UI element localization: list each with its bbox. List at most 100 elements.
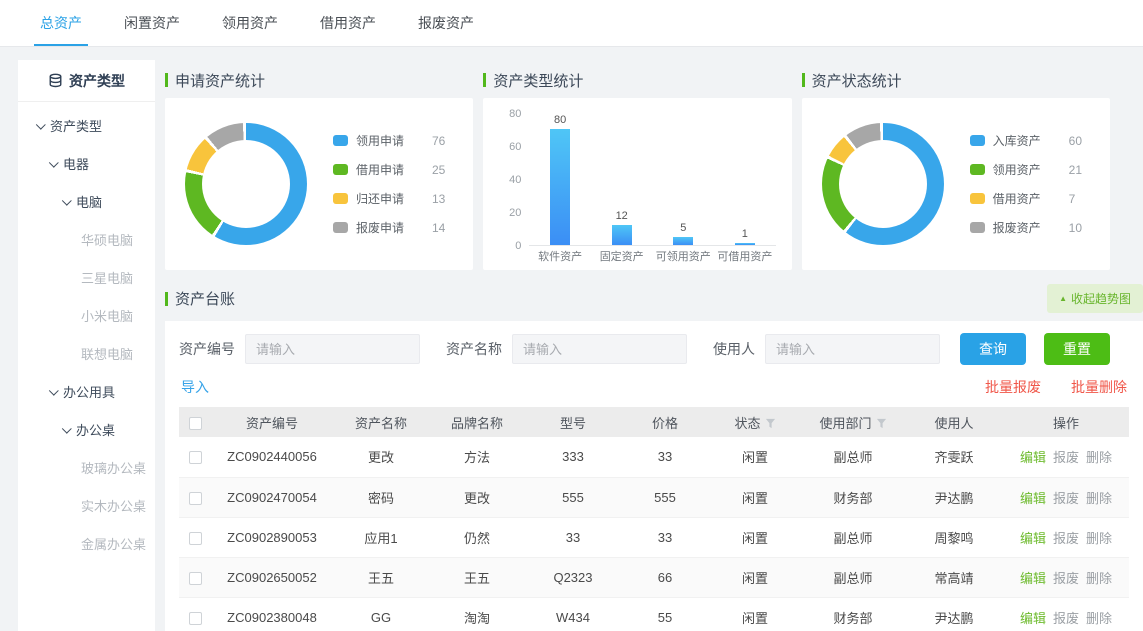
legend-swatch — [970, 222, 985, 233]
row-select-cell — [179, 517, 211, 557]
tab-borrowed-assets[interactable]: 借用资产 — [304, 0, 392, 46]
table-cell: ZC0902890053 — [211, 517, 333, 557]
bar-value-label: 1 — [742, 228, 748, 240]
scrap-action[interactable]: 报废 — [1053, 450, 1079, 465]
y-axis-tick-label: 40 — [491, 174, 521, 186]
table-cell: 555 — [621, 477, 709, 517]
table-cell: 淘淘 — [429, 597, 525, 631]
bar-category-label: 固定资产 — [600, 248, 644, 264]
tree-item-glass-desk[interactable]: 玻璃办公桌 — [18, 448, 155, 486]
row-select-cell — [179, 477, 211, 517]
table-cell: W434 — [525, 597, 621, 631]
legend-label: 入库资产 — [993, 132, 1055, 149]
bar-column: 12固定资产 — [591, 114, 653, 245]
asset-code-input[interactable] — [245, 334, 420, 364]
collapse-trend-button[interactable]: ▲ 收起趋势图 — [1047, 284, 1143, 313]
table-cell: 33 — [525, 517, 621, 557]
tree-item-label: 电器 — [63, 154, 89, 173]
tree-item-label: 资产类型 — [50, 116, 102, 135]
tree-item-electronics[interactable]: 电器 — [18, 144, 155, 182]
filter-funnel-icon[interactable] — [876, 418, 887, 429]
edit-action[interactable]: 编辑 — [1020, 611, 1046, 626]
scrap-action[interactable]: 报废 — [1053, 571, 1079, 586]
tree-item-label: 金属办公桌 — [81, 534, 146, 553]
user-input[interactable] — [765, 334, 940, 364]
column-header-label: 型号 — [560, 416, 586, 431]
tab-total-assets[interactable]: 总资产 — [24, 0, 98, 46]
column-header: 操作 — [1003, 407, 1129, 437]
batch-delete-link[interactable]: 批量删除 — [1071, 377, 1127, 397]
legend-item: 借用资产7 — [970, 190, 1082, 207]
section-marker — [483, 73, 486, 87]
row-checkbox[interactable] — [189, 532, 202, 545]
edit-action[interactable]: 编辑 — [1020, 491, 1046, 506]
table-cell: 王五 — [429, 557, 525, 597]
sidebar-header: 资产类型 — [18, 60, 155, 102]
delete-action[interactable]: 删除 — [1086, 450, 1112, 465]
edit-action[interactable]: 编辑 — [1020, 571, 1046, 586]
filter-funnel-icon[interactable] — [765, 418, 776, 429]
tree-item-xiaomi-computer[interactable]: 小米电脑 — [18, 296, 155, 334]
table-row: ZC0902650052王五王五Q232366闲置副总师常高靖编辑报废删除 — [179, 557, 1129, 597]
column-header-label: 价格 — [652, 416, 678, 431]
table-cell: 财务部 — [801, 477, 905, 517]
scrap-action[interactable]: 报废 — [1053, 531, 1079, 546]
table-cell: ZC0902470054 — [211, 477, 333, 517]
delete-action[interactable]: 删除 — [1086, 531, 1112, 546]
status-stats-title: 资产状态统计 — [812, 70, 902, 91]
column-header-label: 资产名称 — [355, 416, 407, 431]
tree-item-samsung-computer[interactable]: 三星电脑 — [18, 258, 155, 296]
tab-requisition-assets[interactable]: 领用资产 — [206, 0, 294, 46]
tab-idle-assets[interactable]: 闲置资产 — [108, 0, 196, 46]
type-stats-title-row: 资产类型统计 — [483, 70, 791, 90]
tree-item-computer[interactable]: 电脑 — [18, 182, 155, 220]
delete-action[interactable]: 删除 — [1086, 491, 1112, 506]
legend-value: 14 — [432, 221, 445, 235]
row-checkbox[interactable] — [189, 572, 202, 585]
scrap-action[interactable]: 报废 — [1053, 491, 1079, 506]
column-header: 品牌名称 — [429, 407, 525, 437]
tree-item-office-desk[interactable]: 办公桌 — [18, 410, 155, 448]
scrap-action[interactable]: 报废 — [1053, 611, 1079, 626]
tree-item-asset-type-root[interactable]: 资产类型 — [18, 106, 155, 144]
edit-action[interactable]: 编辑 — [1020, 531, 1046, 546]
sidebar: 资产类型 资产类型电器电脑华硕电脑三星电脑小米电脑联想电脑办公用具办公桌玻璃办公… — [18, 60, 155, 631]
delete-action[interactable]: 删除 — [1086, 571, 1112, 586]
bar-value-label: 12 — [616, 210, 628, 222]
row-checkbox[interactable] — [189, 451, 202, 464]
select-all-header-cell — [179, 407, 211, 437]
row-checkbox[interactable] — [189, 492, 202, 505]
legend-swatch — [333, 135, 348, 146]
row-checkbox[interactable] — [189, 612, 202, 625]
tree-item-wood-desk[interactable]: 实木办公桌 — [18, 486, 155, 524]
legend-value: 7 — [1069, 192, 1076, 206]
table-cell: 闲置 — [709, 517, 801, 557]
tree-item-office-supplies[interactable]: 办公用具 — [18, 372, 155, 410]
tree-item-lenovo-computer[interactable]: 联想电脑 — [18, 334, 155, 372]
select-all-checkbox[interactable] — [189, 417, 202, 430]
reset-button[interactable]: 重置 — [1044, 333, 1110, 365]
type-stats-panel: 资产类型统计 020406080 80软件资产12固定资产5可领用资产1可借用资… — [483, 60, 791, 270]
tree-item-metal-desk[interactable]: 金属办公桌 — [18, 524, 155, 562]
tree-item-asus-computer[interactable]: 华硕电脑 — [18, 220, 155, 258]
bar-value-label: 5 — [680, 222, 686, 234]
status-stats-panel: 资产状态统计 入库资产60领用资产21借用资产7报废资产10 — [802, 60, 1110, 270]
delete-action[interactable]: 删除 — [1086, 611, 1112, 626]
table-row: ZC0902440056更改方法33333闲置副总师齐雯跃编辑报废删除 — [179, 437, 1129, 477]
tab-scrapped-assets[interactable]: 报废资产 — [402, 0, 490, 46]
row-select-cell — [179, 597, 211, 631]
chevron-down-icon — [49, 157, 59, 167]
table-cell: 副总师 — [801, 517, 905, 557]
table-cell: 闲置 — [709, 557, 801, 597]
table-cell: 尹达鹏 — [905, 477, 1003, 517]
asset-type-tree: 资产类型电器电脑华硕电脑三星电脑小米电脑联想电脑办公用具办公桌玻璃办公桌实木办公… — [18, 102, 155, 562]
asset-name-input[interactable] — [512, 334, 687, 364]
batch-scrap-link[interactable]: 批量报废 — [985, 377, 1041, 397]
row-select-cell — [179, 437, 211, 477]
column-header-label: 使用部门 — [819, 416, 871, 431]
import-link[interactable]: 导入 — [181, 377, 209, 397]
type-stats-chart: 020406080 80软件资产12固定资产5可领用资产1可借用资产 — [483, 98, 791, 270]
search-button[interactable]: 查询 — [960, 333, 1026, 365]
table-header-row: 资产编号资产名称品牌名称型号价格状态使用部门使用人操作 — [179, 407, 1129, 437]
edit-action[interactable]: 编辑 — [1020, 450, 1046, 465]
